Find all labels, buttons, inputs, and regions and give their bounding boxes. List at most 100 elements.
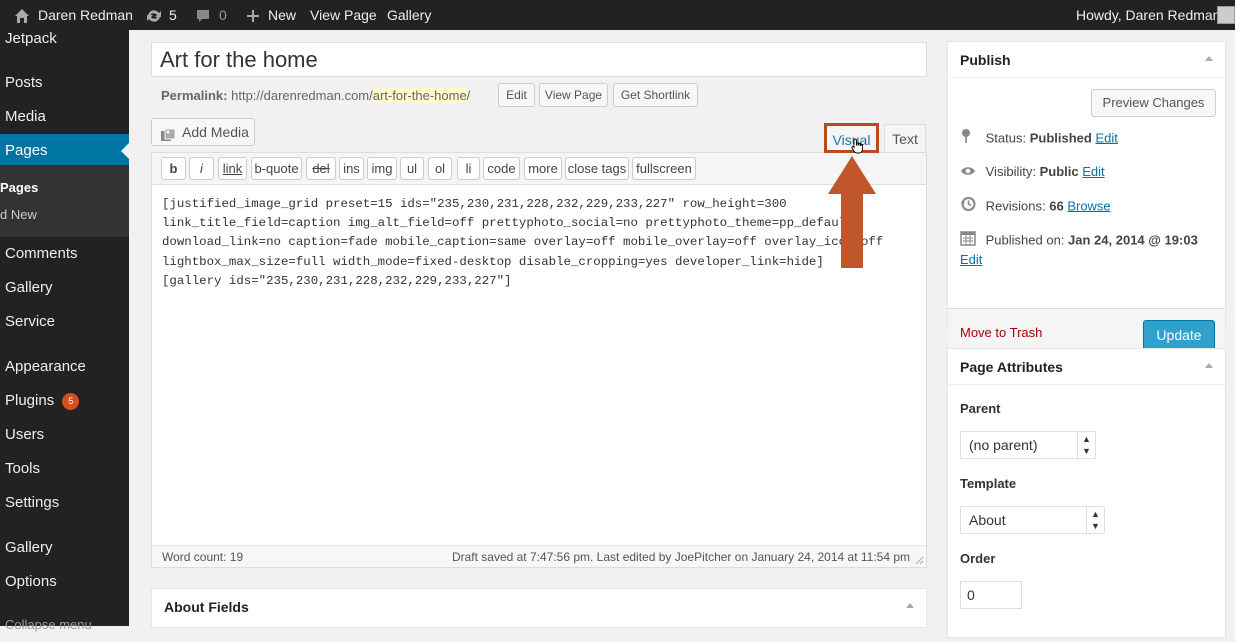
permalink-edit-button[interactable]: Edit	[498, 83, 535, 107]
content-line: [gallery ids="235,230,231,228,232,229,23…	[162, 273, 512, 288]
editor-status-bar: Word count: 19 Draft saved at 7:47:56 pm…	[152, 545, 926, 567]
status-edit-link[interactable]: Edit	[1095, 130, 1117, 145]
select-arrows-icon: ▲ ▼	[1077, 432, 1095, 458]
toggle-arrow-icon[interactable]	[1205, 363, 1213, 368]
revisions-clock-icon	[960, 196, 976, 218]
post-title-input[interactable]: Art for the home	[151, 42, 927, 77]
menu-gallery-2[interactable]: Gallery	[0, 531, 129, 565]
parent-label: Parent	[960, 401, 1001, 416]
permalink-label: Permalink:	[161, 88, 228, 103]
plus-icon[interactable]	[246, 0, 260, 30]
order-input[interactable]: 0	[960, 581, 1022, 609]
menu-options[interactable]: Options	[0, 565, 129, 599]
update-button[interactable]: Update	[1143, 320, 1215, 350]
menu-pages[interactable]: Pages	[0, 134, 129, 168]
submenu-all-pages[interactable]: Pages	[0, 175, 38, 201]
qt-ol-button[interactable]: ol	[428, 157, 452, 180]
revisions-row: Revisions: 66 Browse	[960, 196, 1111, 216]
menu-appearance[interactable]: Appearance	[0, 350, 129, 384]
menu-jetpack[interactable]: Jetpack	[0, 22, 129, 56]
comments-count[interactable]: 0	[219, 0, 227, 30]
admin-bar: Daren Redman 5 0 New View Page Gallery H…	[0, 0, 1235, 30]
toggle-arrow-icon[interactable]	[906, 603, 914, 608]
visibility-label: Visibility:	[985, 164, 1036, 179]
revisions-browse-link[interactable]: Browse	[1067, 198, 1110, 213]
eye-icon	[960, 163, 976, 183]
quicktags-toolbar: b i link b-quote del ins img ul ol li co…	[152, 153, 926, 185]
editor-textarea[interactable]: [justified_image_grid preset=15 ids="235…	[162, 195, 922, 291]
publish-box: Publish Preview Changes Status: Publishe…	[947, 41, 1226, 362]
menu-posts[interactable]: Posts	[0, 66, 129, 100]
collapse-menu[interactable]: Collapse menu	[0, 608, 129, 642]
add-media-button[interactable]: Add Media	[151, 118, 255, 146]
submenu-add-new[interactable]: d New	[0, 202, 37, 228]
get-shortlink-button[interactable]: Get Shortlink	[613, 83, 698, 107]
published-on-value: Jan 24, 2014 @ 19:03	[1068, 232, 1198, 248]
qt-code-button[interactable]: code	[483, 157, 520, 180]
menu-comments[interactable]: Comments	[0, 237, 129, 271]
hand-cursor-icon	[851, 138, 863, 154]
annotation-arrow-icon	[828, 156, 876, 268]
qt-bquote-button[interactable]: b-quote	[251, 157, 302, 180]
menu-users[interactable]: Users	[0, 418, 129, 452]
updates-icon[interactable]	[145, 0, 163, 30]
tab-text[interactable]: Text	[884, 124, 926, 152]
qt-bold-button[interactable]: b	[161, 157, 186, 180]
permalink-end: /	[466, 88, 471, 103]
published-on-edit-row: Edit	[960, 250, 982, 270]
preview-changes-button[interactable]: Preview Changes	[1091, 89, 1216, 117]
revisions-value: 66	[1049, 198, 1064, 214]
template-select-value: About	[969, 512, 1006, 528]
word-count: Word count: 19	[162, 550, 244, 564]
menu-settings[interactable]: Settings	[0, 486, 129, 520]
menu-service[interactable]: Service	[0, 305, 129, 339]
qt-fullscreen-button[interactable]: fullscreen	[632, 157, 696, 180]
permalink-slug[interactable]: art-for-the-home	[372, 88, 467, 103]
template-select[interactable]: About ▲ ▼	[960, 506, 1105, 534]
select-arrows-icon: ▲ ▼	[1086, 507, 1104, 533]
published-on-row: Published on: Jan 24, 2014 @ 19:03	[960, 230, 1198, 250]
permalink-base: http://darenredman.com/	[231, 88, 373, 103]
published-on-label: Published on:	[985, 232, 1065, 248]
move-to-trash-link[interactable]: Move to Trash	[960, 325, 1042, 340]
toggle-arrow-icon[interactable]	[1205, 56, 1213, 61]
permalink-row: Permalink: http://darenredman.com/art-fo…	[161, 84, 470, 108]
gallery-link[interactable]: Gallery	[387, 0, 431, 30]
menu-gallery[interactable]: Gallery	[0, 271, 129, 305]
resize-handle-icon[interactable]	[915, 556, 924, 565]
qt-ins-button[interactable]: ins	[339, 157, 364, 180]
qt-more-button[interactable]: more	[524, 157, 562, 180]
howdy-account[interactable]: Howdy, Daren Redman	[1076, 0, 1220, 30]
status-row: Status: Published Edit	[960, 128, 1118, 148]
content-line: [justified_image_grid preset=15 ids="235…	[162, 197, 787, 211]
new-content-link[interactable]: New	[268, 0, 296, 30]
page-attributes-title[interactable]: Page Attributes	[948, 349, 1225, 385]
menu-tools[interactable]: Tools	[0, 452, 129, 486]
visibility-edit-link[interactable]: Edit	[1082, 164, 1104, 179]
publish-title[interactable]: Publish	[948, 42, 1225, 78]
qt-ul-button[interactable]: ul	[400, 157, 424, 180]
view-page-button[interactable]: View Page	[539, 83, 608, 107]
qt-link-button[interactable]: link	[218, 157, 247, 180]
status-value: Published	[1029, 130, 1092, 146]
menu-plugins[interactable]: Plugins 5	[0, 384, 129, 418]
menu-plugins-label: Plugins	[5, 392, 55, 409]
qt-close-tags-button[interactable]: close tags	[565, 157, 629, 180]
view-page-link[interactable]: View Page	[310, 0, 377, 30]
qt-li-button[interactable]: li	[457, 157, 480, 180]
updates-count[interactable]: 5	[169, 0, 177, 30]
about-fields-title[interactable]: About Fields	[152, 589, 926, 625]
page-attributes-box: Page Attributes Parent (no parent) ▲ ▼ Te…	[947, 348, 1226, 638]
tab-visual[interactable]: Visual	[824, 123, 879, 154]
content-line: lightbox_max_size=full width_mode=fixed-…	[162, 254, 824, 269]
parent-select-value: (no parent)	[969, 437, 1038, 453]
qt-del-button[interactable]: del	[306, 157, 336, 180]
published-on-edit-link[interactable]: Edit	[960, 252, 982, 267]
parent-select[interactable]: (no parent) ▲ ▼	[960, 431, 1096, 459]
template-label: Template	[960, 476, 1017, 491]
comment-icon[interactable]	[195, 0, 211, 30]
menu-media[interactable]: Media	[0, 100, 129, 134]
qt-italic-button[interactable]: i	[189, 157, 214, 180]
avatar[interactable]	[1217, 6, 1235, 24]
qt-img-button[interactable]: img	[367, 157, 397, 180]
